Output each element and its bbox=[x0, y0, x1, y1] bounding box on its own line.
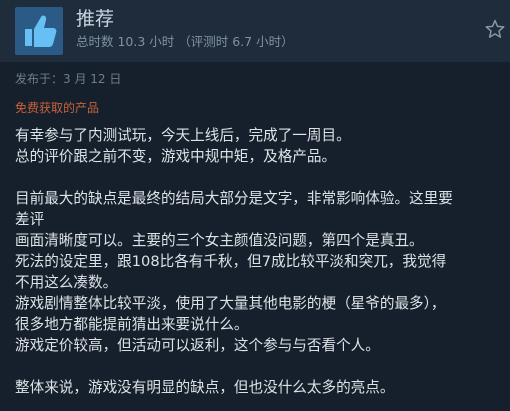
review-line: 目前最大的缺点是最终的结局大部分是文字，非常影响体验。这里要 bbox=[15, 190, 453, 207]
review-line: 不用这么凑数。 bbox=[15, 274, 118, 291]
free-product-note: 免费获取的产品 bbox=[15, 101, 100, 115]
review-line: 死法的设定里，跟108比各有千秋，但7成比较平淡和突兀，我觉得 bbox=[15, 253, 447, 270]
review-line: 差评 bbox=[15, 211, 45, 228]
review-line: 整体来说，游戏没有明显的缺点，但也没什么太多的亮点。 bbox=[15, 379, 395, 396]
review-line: 画面清晰度可以。主要的三个女主颜值没问题，第四个是真丑。 bbox=[15, 232, 424, 249]
review-line: 很多地方都能提前猜出来要说什么。 bbox=[15, 316, 249, 333]
review-body: 有幸参与了内测试玩，今天上线后，完成了一周目。 总的评价跟之前不变，游戏中规中矩… bbox=[15, 125, 505, 398]
thumbs-up-icon bbox=[25, 15, 57, 47]
review-header: 推荐 总时数 10.3 小时 （评测时 6.7 小时） bbox=[0, 0, 510, 62]
posted-date: 发布于：3 月 12 日 bbox=[15, 72, 122, 86]
playtime-text: 总时数 10.3 小时 （评测时 6.7 小时） bbox=[76, 34, 294, 49]
review-line: 总的评价跟之前不变，游戏中规中矩，及格产品。 bbox=[15, 148, 337, 165]
review-line bbox=[15, 356, 505, 377]
review-line: 游戏定价较高，但活动可以返利，这个参与与否看个人。 bbox=[15, 337, 380, 354]
recommendation-title: 推荐 bbox=[76, 8, 115, 30]
review-line bbox=[15, 167, 505, 188]
review-line: 游戏剧情整体比较平淡，使用了大量其他电影的梗（星爷的最多）， bbox=[15, 295, 446, 312]
star-icon[interactable] bbox=[484, 18, 506, 40]
review-line: 有幸参与了内测试玩，今天上线后，完成了一周目。 bbox=[15, 127, 351, 144]
thumbs-up-badge bbox=[15, 7, 63, 55]
